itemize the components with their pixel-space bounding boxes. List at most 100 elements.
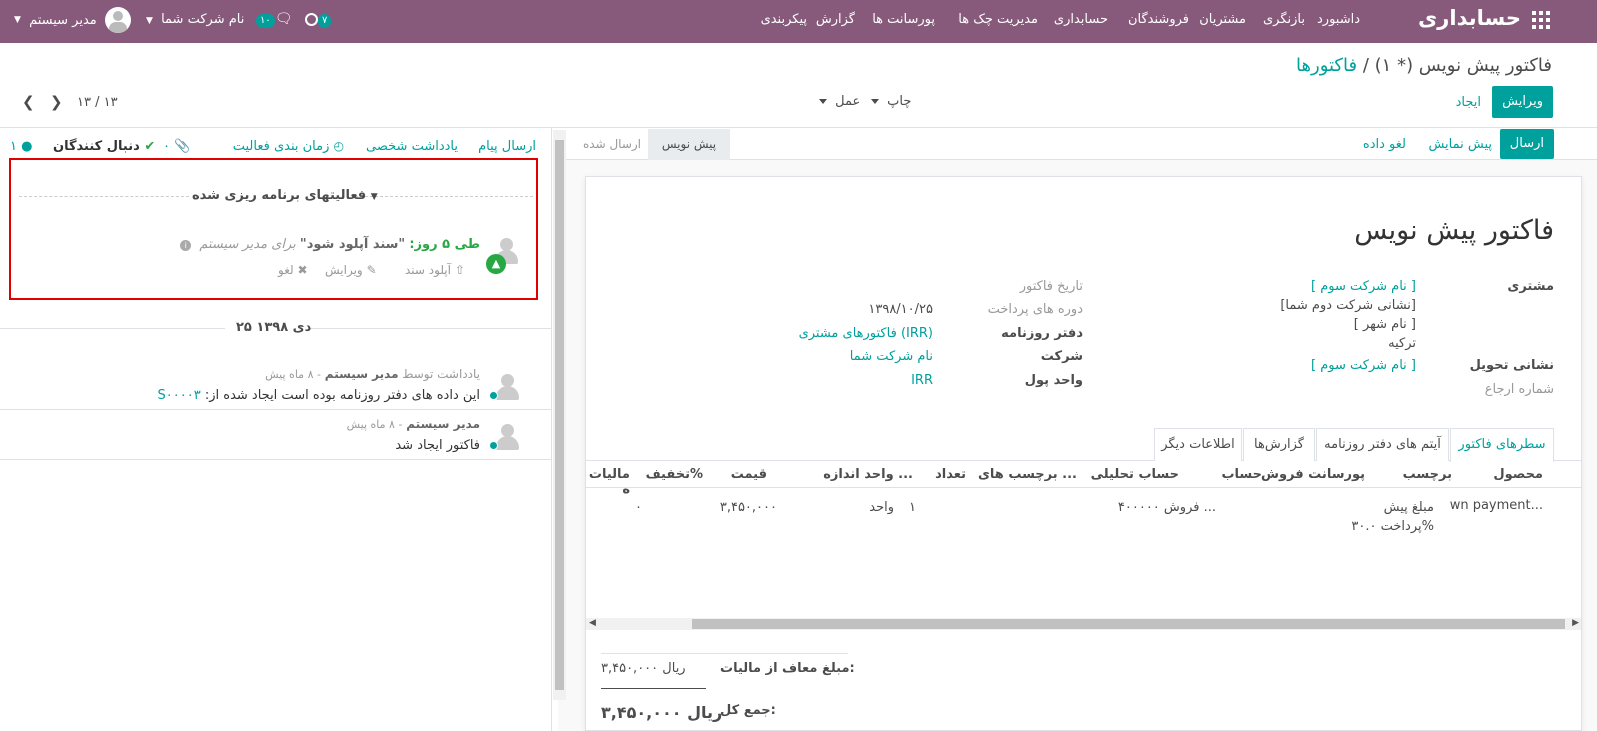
tab-invoice-lines[interactable]: سطرهای فاکتور bbox=[1450, 428, 1554, 462]
scroll-right-arrow-icon[interactable]: ▶ bbox=[1572, 618, 1579, 628]
followers-count: ۱ bbox=[10, 139, 17, 154]
column-price[interactable]: قیمت bbox=[731, 467, 767, 482]
column-account[interactable]: حساب bbox=[1221, 467, 1262, 482]
column-uom[interactable]: واحد اندازه ... bbox=[823, 467, 913, 482]
message-author[interactable]: مدیر سیستم bbox=[406, 417, 480, 431]
activity-edit-button[interactable]: ویرایش ✎ bbox=[325, 263, 377, 277]
cell-price[interactable]: ۳,۴۵۰,۰۰۰ bbox=[720, 500, 777, 515]
cell-account[interactable]: ۴۰۰۰۰۰ فروش ... bbox=[1118, 500, 1216, 515]
invoice-title: فاکتور پیش نویس bbox=[1354, 215, 1554, 246]
activity-summary: "سند آپلود شود" bbox=[299, 237, 406, 252]
menu-item-dashboard[interactable]: داشبورد bbox=[1317, 12, 1360, 27]
menu-item-report[interactable]: گزارش bbox=[816, 12, 855, 27]
cell-discount[interactable]: ۰ bbox=[635, 500, 642, 515]
message-author[interactable]: مدیر سیستم bbox=[325, 367, 399, 381]
total-value: ۳,۴۵۰,۰۰۰ ریال bbox=[601, 703, 723, 722]
menu-item-check-management[interactable]: مدیریت چک ها bbox=[958, 12, 1038, 27]
preview-button[interactable]: پیش نمایش bbox=[1428, 137, 1492, 152]
menu-item-review[interactable]: بازنگری bbox=[1263, 12, 1305, 27]
currency-value[interactable]: IRR bbox=[911, 373, 933, 388]
action-dropdown[interactable]: عمل bbox=[819, 94, 860, 109]
chatter-vertical-scrollbar[interactable] bbox=[553, 130, 566, 700]
send-message-button[interactable]: ارسال پیام bbox=[478, 139, 536, 154]
planned-activities-toggle[interactable]: فعالیتهای برنامه ریزی شده ▼ bbox=[192, 188, 378, 203]
message-body-text: این داده های دفتر روزنامه بوده است ایجاد… bbox=[204, 388, 480, 403]
customer-country: ترکیه bbox=[1388, 336, 1416, 351]
close-icon: ✖ bbox=[297, 263, 308, 277]
follow-label: دنبال کنندگان bbox=[53, 139, 140, 154]
message-source-link[interactable]: S۰۰۰۰۳ bbox=[158, 388, 201, 403]
pager-value[interactable]: ۱۳ / ۱۳ bbox=[77, 95, 118, 110]
cell-uom[interactable]: واحد bbox=[869, 500, 894, 515]
breadcrumb: فاکتور پیش نویس (* ۱) / فاکتورها bbox=[1296, 55, 1552, 76]
follow-button[interactable]: دنبال کنندگان ✔ bbox=[53, 139, 155, 154]
menu-item-accounting[interactable]: حسابداری bbox=[1054, 12, 1108, 27]
attachments-button[interactable]: ۰ 📎 bbox=[163, 139, 190, 154]
activity-upload-label: آپلود سند bbox=[405, 263, 451, 277]
tab-other-info[interactable]: اطلاعات دیگر bbox=[1154, 428, 1242, 461]
column-label[interactable]: برچسب bbox=[1403, 467, 1452, 482]
send-button[interactable]: ارسال bbox=[1499, 129, 1554, 159]
column-quantity[interactable]: تعداد bbox=[935, 467, 966, 482]
chevron-down-icon: ▼ bbox=[14, 15, 21, 25]
payment-term-value[interactable]: ۱۳۹۸/۱۰/۲۵ bbox=[868, 302, 933, 317]
column-product[interactable]: محصول bbox=[1493, 467, 1543, 482]
scrollbar-thumb[interactable] bbox=[692, 619, 1565, 629]
table-horizontal-scrollbar[interactable]: ◀ ▶ bbox=[586, 618, 1581, 630]
cancel-entry-button[interactable]: لغو داده bbox=[1363, 137, 1406, 152]
message-avatar bbox=[494, 372, 520, 402]
messages-systray[interactable]: ۱۰ 🗨 bbox=[256, 11, 293, 28]
app-name[interactable]: حسابداری bbox=[1418, 6, 1521, 30]
pager-next-button[interactable]: ❯ bbox=[50, 93, 63, 111]
menu-item-vendors[interactable]: فروشندگان bbox=[1128, 12, 1189, 27]
activity-assignee: برای مدیر سیستم bbox=[199, 237, 296, 252]
scrollbar-thumb[interactable] bbox=[555, 140, 564, 690]
log-note-button[interactable]: یادداشت شخصی bbox=[366, 139, 458, 154]
company-value[interactable]: نام شرکت شما bbox=[850, 349, 933, 364]
company-label: شرکت bbox=[1040, 349, 1083, 364]
column-taxes[interactable]: مالیات ه bbox=[586, 467, 630, 497]
customer-name[interactable]: [ نام شرکت سوم ] bbox=[1311, 279, 1416, 294]
cell-label-line2[interactable]: پرداخت ۳۰.۰% bbox=[1351, 519, 1434, 534]
activity-cancel-button[interactable]: لغو ✖ bbox=[278, 263, 308, 277]
activity-due: طی ۵ روز: bbox=[409, 237, 480, 252]
column-discount[interactable]: تخفیف% bbox=[646, 467, 703, 482]
date-separator: ۲۵ دی ۱۳۹۸ bbox=[236, 320, 312, 335]
delivery-address-value[interactable]: [ نام شرکت سوم ] bbox=[1311, 358, 1416, 373]
company-switcher[interactable]: ▼ نام شرکت شما bbox=[146, 12, 244, 27]
customer-address: [نشانی شرکت دوم شما] bbox=[1280, 298, 1416, 313]
edit-button[interactable]: ویرایش bbox=[1492, 86, 1553, 118]
caret-down-icon bbox=[871, 99, 879, 104]
create-button[interactable]: ایجاد bbox=[1456, 95, 1481, 110]
column-analytic-tags[interactable]: برچسب های ... bbox=[978, 467, 1077, 482]
column-analytic-account[interactable]: حساب تحلیلی bbox=[1091, 467, 1179, 482]
stage-sent[interactable]: ارسال شده bbox=[583, 137, 641, 151]
tab-journal-items[interactable]: آیتم های دفتر روزنامه bbox=[1316, 428, 1449, 461]
invoice-date-label: تاریخ فاکتور bbox=[1019, 279, 1083, 294]
pager-previous-button[interactable]: ❮ bbox=[22, 93, 35, 111]
cell-quantity[interactable]: ۱ bbox=[909, 500, 916, 515]
schedule-activity-label: زمان بندی فعالیت bbox=[232, 139, 330, 154]
menu-item-commissions[interactable]: پورسانت ها bbox=[872, 12, 935, 27]
breadcrumb-parent[interactable]: فاکتورها bbox=[1296, 55, 1357, 76]
tab-reports[interactable]: گزارش‌ها bbox=[1243, 428, 1315, 461]
scroll-left-arrow-icon[interactable]: ◀ bbox=[589, 618, 596, 628]
menu-item-configuration[interactable]: پیکربندی bbox=[761, 12, 807, 27]
info-icon[interactable]: i bbox=[180, 240, 192, 251]
schedule-activity-button[interactable]: زمان بندی فعالیت ◴ bbox=[233, 139, 344, 154]
print-dropdown[interactable]: چاپ bbox=[871, 94, 911, 109]
apps-menu-icon[interactable] bbox=[1532, 11, 1550, 29]
menu-item-customers[interactable]: مشتریان bbox=[1199, 12, 1246, 27]
followers-button[interactable]: ۱ ● bbox=[10, 139, 32, 154]
journal-value[interactable]: فاکتورهای مشتری (IRR) bbox=[799, 326, 933, 341]
user-menu[interactable]: ▼ مدیر سیستم bbox=[14, 7, 131, 33]
column-commission[interactable]: پورسانت فروش bbox=[1261, 467, 1365, 482]
date-separator-line-left bbox=[0, 328, 225, 329]
cell-product[interactable]: wn payment... bbox=[1450, 498, 1543, 513]
top-navbar: حسابداری داشبورد بازنگری مشتریان فروشندگ… bbox=[0, 0, 1597, 43]
activities-systray[interactable]: ۷ bbox=[305, 12, 332, 28]
upload-icon: ⇧ bbox=[454, 263, 465, 277]
cell-label-line1[interactable]: مبلغ پیش bbox=[1384, 500, 1434, 515]
activity-upload-button[interactable]: آپلود سند ⇧ bbox=[405, 263, 465, 277]
messages-badge: ۱۰ bbox=[256, 14, 275, 28]
